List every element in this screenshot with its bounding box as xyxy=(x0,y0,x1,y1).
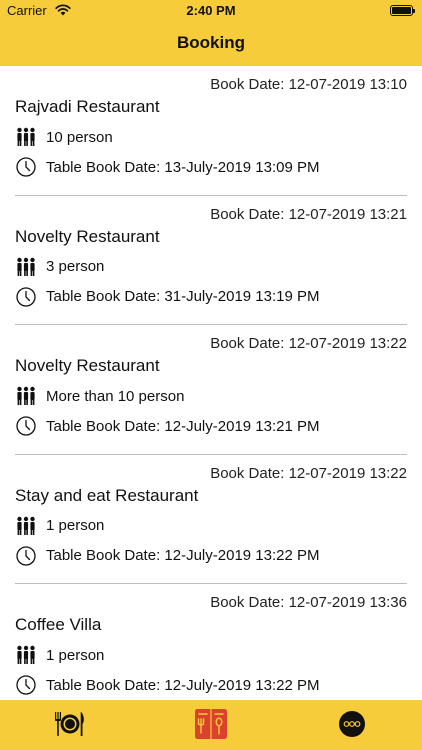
restaurant-name: Rajvadi Restaurant xyxy=(15,97,160,116)
people-group-icon xyxy=(17,127,35,146)
people-count: 3 person xyxy=(46,258,105,275)
clock-icon xyxy=(16,286,36,307)
people-row: 10 person xyxy=(15,126,113,148)
book-date: Book Date: 12-07-2019 13:22 xyxy=(210,335,407,352)
table-date-row: Table Book Date: 12-July-2019 13:21 PM xyxy=(15,415,320,437)
booking-list[interactable]: Book Date: 12-07-2019 13:10 Rajvadi Rest… xyxy=(0,66,422,700)
booking-card[interactable]: Book Date: 12-07-2019 13:21 Novelty Rest… xyxy=(0,196,422,325)
clock-icon xyxy=(16,416,36,436)
restaurant-name: Stay and eat Restaurant xyxy=(15,485,199,505)
table-book-date: Table Book Date: 12-July-2019 13:22 PM xyxy=(46,676,320,694)
page-title: Booking xyxy=(177,33,245,52)
status-time: 2:40 PM xyxy=(186,3,236,18)
menu-book-icon[interactable] xyxy=(193,706,229,742)
people-count: 1 person xyxy=(46,517,105,534)
battery-icon xyxy=(390,5,415,16)
people-count: More than 10 person xyxy=(46,387,185,405)
people-row: 3 person xyxy=(15,256,104,278)
table-book-date: Table Book Date: 31-July-2019 13:19 PM xyxy=(46,288,320,305)
people-row: More than 10 person xyxy=(15,385,184,407)
table-date-row: Table Book Date: 13-July-2019 13:09 PM xyxy=(15,156,320,178)
booking-card[interactable]: Book Date: 12-07-2019 13:10 Rajvadi Rest… xyxy=(0,66,422,196)
tab-bar xyxy=(0,700,422,750)
people-group-icon xyxy=(17,257,35,276)
clock-icon xyxy=(16,157,36,177)
restaurant-name: Coffee Villa xyxy=(15,615,102,634)
booking-card[interactable]: Book Date: 12-07-2019 13:36 Coffee Villa… xyxy=(0,584,422,700)
status-bar: Carrier 2:40 PM xyxy=(0,0,422,22)
book-date: Book Date: 12-07-2019 13:10 xyxy=(210,76,407,93)
more-icon[interactable] xyxy=(334,706,370,742)
booking-card[interactable]: Book Date: 12-07-2019 13:22 Stay and eat… xyxy=(0,455,422,584)
book-date: Book Date: 12-07-2019 13:21 xyxy=(210,205,407,223)
book-date: Book Date: 12-07-2019 13:36 xyxy=(210,594,407,611)
fork-plate-knife-icon[interactable] xyxy=(52,706,88,742)
booking-card[interactable]: Book Date: 12-07-2019 13:22 Novelty Rest… xyxy=(0,325,422,455)
clock-icon xyxy=(16,675,36,695)
people-row: 1 person xyxy=(15,515,104,537)
table-date-row: Table Book Date: 12-July-2019 13:22 PM xyxy=(15,545,320,567)
restaurant-name: Novelty Restaurant xyxy=(15,226,160,246)
table-book-date: Table Book Date: 12-July-2019 13:22 PM xyxy=(46,547,320,564)
people-group-icon xyxy=(17,516,35,535)
table-book-date: Table Book Date: 13-July-2019 13:09 PM xyxy=(46,158,320,176)
people-count: 1 person xyxy=(46,646,105,664)
table-date-row: Table Book Date: 31-July-2019 13:19 PM xyxy=(15,286,320,308)
people-group-icon xyxy=(17,386,35,405)
people-count: 10 person xyxy=(46,128,113,146)
table-date-row: Table Book Date: 12-July-2019 13:22 PM xyxy=(15,674,320,696)
book-date: Book Date: 12-07-2019 13:22 xyxy=(210,464,407,482)
restaurant-name: Novelty Restaurant xyxy=(15,356,160,375)
people-row: 1 person xyxy=(15,644,104,666)
table-book-date: Table Book Date: 12-July-2019 13:21 PM xyxy=(46,417,320,435)
top-bar: Carrier 2:40 PM Booking xyxy=(0,0,422,66)
clock-icon xyxy=(16,545,36,566)
people-group-icon xyxy=(17,645,35,664)
